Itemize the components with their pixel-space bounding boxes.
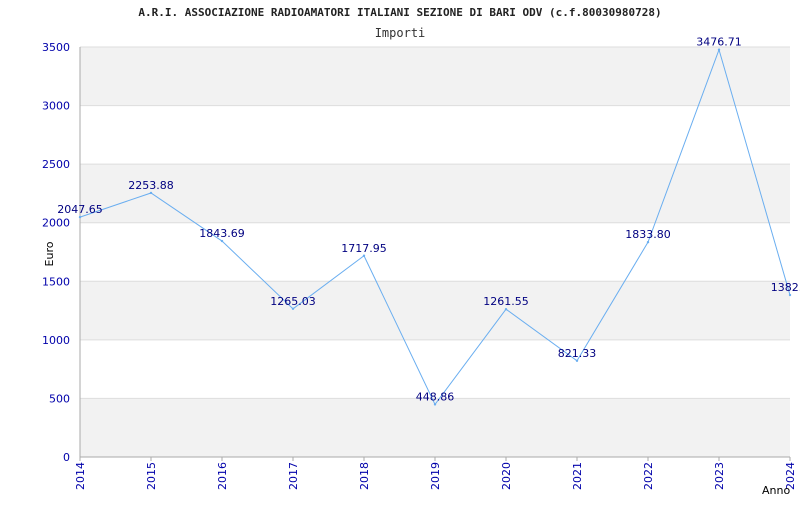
y-axis-label: Euro [43,241,56,266]
data-point [149,191,153,195]
x-tick-label: 2020 [500,462,513,490]
x-ticks: 2014 2015 2016 2017 2018 2019 2020 2021 2022 2023… [74,457,797,490]
x-tick-label: 2021 [571,462,584,490]
y-tick-label: 500 [49,392,70,405]
y-tick-label: 1000 [42,334,70,347]
data-point [78,215,82,219]
data-label: 1382.5 [771,281,800,294]
grid-band [80,281,790,340]
y-tick-label: 3500 [42,41,70,54]
data-label: 2047.65 [57,203,103,216]
data-label: 1265.03 [270,295,316,308]
data-point [575,359,579,362]
data-point [291,307,295,311]
y-tick-label: 2000 [42,217,70,230]
data-label: 3476.71 [696,36,742,49]
data-point [646,240,650,244]
data-label: 1843.69 [199,227,245,240]
data-point [717,48,721,51]
data-point [433,403,437,406]
x-tick-label: 2014 [74,462,87,490]
chart-svg: 0500100015002000250030003500 2014 2015 201… [42,6,800,497]
chart-subtitle: Importi [375,26,426,40]
x-tick-label: 2017 [287,462,300,490]
x-tick-label: 2019 [429,462,442,490]
data-label: 1833.80 [625,228,671,241]
x-tick-label: 2023 [713,462,726,490]
y-tick-label: 0 [63,451,70,464]
data-point [788,293,792,297]
chart: 0 500 1000 1500 2000 2500 3000 3500 2014 2015 201… [0,0,800,500]
chart-title: A.R.I. ASSOCIAZIONE RADIOAMATORI ITALIAN… [138,6,661,19]
grid-band [80,164,790,223]
data-point [504,308,508,311]
x-tick-label: 2018 [358,462,371,490]
data-label: 821.33 [558,347,597,360]
data-label: 1717.95 [341,242,387,255]
data-label: 448.86 [416,390,455,403]
data-point [220,239,224,243]
y-tick-label: 2500 [42,158,70,171]
x-axis-label: Anno [762,484,790,497]
y-tick-label: 3000 [42,100,70,113]
x-tick-label: 2015 [145,462,158,490]
grid-band [80,398,790,457]
grid-band [80,47,790,106]
data-label: 1261.55 [483,295,529,308]
data-point [362,254,366,257]
x-tick-label: 2016 [216,462,229,490]
data-label: 2253.88 [128,179,174,192]
x-tick-label: 2022 [642,462,655,490]
y-tick-label: 1500 [42,275,70,288]
